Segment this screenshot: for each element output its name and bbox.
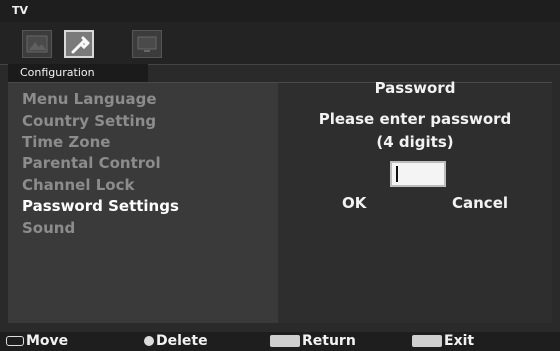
menu-item-sound[interactable]: Sound xyxy=(22,219,75,237)
help-move-label: Move xyxy=(26,333,69,349)
return-key-icon xyxy=(270,335,300,347)
help-delete-label: Delete xyxy=(156,333,208,349)
menu-item-parental-control[interactable]: Parental Control xyxy=(22,154,161,172)
dialog-message: Please enter password xyxy=(318,110,512,128)
section-title: Configuration xyxy=(8,64,148,82)
help-return-label: Return xyxy=(302,333,356,349)
password-input[interactable] xyxy=(390,161,446,187)
text-caret xyxy=(396,166,398,182)
delete-key-icon xyxy=(144,336,154,346)
picture-icon[interactable] xyxy=(22,30,52,58)
menu-item-menu-language[interactable]: Menu Language xyxy=(22,90,157,108)
ok-button[interactable]: OK xyxy=(342,194,366,212)
help-exit: Exit xyxy=(412,333,474,349)
dialog-title: Password xyxy=(374,79,456,97)
dialog-message-digits: (4 digits) xyxy=(376,133,454,151)
help-delete: Delete xyxy=(144,333,208,349)
exit-key-icon xyxy=(412,335,442,347)
password-dialog: Password Please enter password (4 digits… xyxy=(278,79,552,323)
cancel-button[interactable]: Cancel xyxy=(452,194,508,212)
help-move: Move xyxy=(6,333,68,349)
title-bar: TV xyxy=(0,0,560,22)
configuration-menu: Menu Language Country Setting Time Zone … xyxy=(8,83,278,323)
help-return: Return xyxy=(270,333,356,349)
help-bar: Move Delete Return Exit xyxy=(0,332,560,351)
menu-item-country-setting[interactable]: Country Setting xyxy=(22,112,156,130)
tv-screen: TV Configuration Menu Language Country S… xyxy=(0,0,560,351)
tv-icon[interactable] xyxy=(132,30,162,58)
move-key-icon xyxy=(6,336,24,346)
window-title: TV xyxy=(12,4,29,17)
tools-icon[interactable] xyxy=(64,30,94,58)
menu-icon-bar xyxy=(0,22,560,65)
menu-item-channel-lock[interactable]: Channel Lock xyxy=(22,176,134,194)
menu-item-password-settings[interactable]: Password Settings xyxy=(22,197,179,215)
help-exit-label: Exit xyxy=(444,333,475,349)
menu-item-time-zone[interactable]: Time Zone xyxy=(22,133,110,151)
